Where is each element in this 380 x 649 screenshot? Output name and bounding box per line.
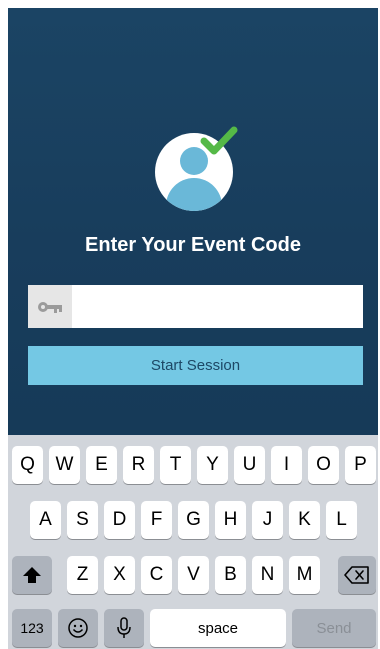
- key-x[interactable]: X: [104, 556, 135, 594]
- check-icon: [200, 126, 238, 155]
- key-i[interactable]: I: [271, 446, 302, 484]
- start-session-button[interactable]: Start Session: [28, 346, 363, 385]
- key-q[interactable]: Q: [12, 446, 43, 484]
- event-code-field[interactable]: [28, 285, 363, 328]
- emoji-icon: [68, 618, 88, 638]
- key-k[interactable]: K: [289, 501, 320, 539]
- shift-key[interactable]: [12, 556, 52, 594]
- microphone-icon: [117, 617, 131, 638]
- key-c[interactable]: C: [141, 556, 172, 594]
- emoji-key[interactable]: [58, 609, 98, 647]
- key-p[interactable]: P: [345, 446, 376, 484]
- avatar-body: [166, 178, 222, 211]
- key-l[interactable]: L: [326, 501, 357, 539]
- shift-icon: [23, 567, 41, 583]
- key-y[interactable]: Y: [197, 446, 228, 484]
- key-icon: [28, 285, 72, 328]
- microphone-key[interactable]: [104, 609, 144, 647]
- screen: Enter Your Event Code Start Session Q W …: [8, 8, 378, 649]
- key-f[interactable]: F: [141, 501, 172, 539]
- keyboard: Q W E R T Y U I O P A S D F G H J K L Z …: [8, 435, 378, 649]
- key-a[interactable]: A: [30, 501, 61, 539]
- key-u[interactable]: U: [234, 446, 265, 484]
- key-t[interactable]: T: [160, 446, 191, 484]
- key-j[interactable]: J: [252, 501, 283, 539]
- key-s[interactable]: S: [67, 501, 98, 539]
- key-w[interactable]: W: [49, 446, 80, 484]
- key-g[interactable]: G: [178, 501, 209, 539]
- key-v[interactable]: V: [178, 556, 209, 594]
- backspace-key[interactable]: [338, 556, 376, 594]
- key-z[interactable]: Z: [67, 556, 98, 594]
- key-m[interactable]: M: [289, 556, 320, 594]
- key-r[interactable]: R: [123, 446, 154, 484]
- backspace-icon: [344, 566, 369, 584]
- send-key[interactable]: Send: [292, 609, 376, 647]
- key-b[interactable]: B: [215, 556, 246, 594]
- key-o[interactable]: O: [308, 446, 339, 484]
- key-e[interactable]: E: [86, 446, 117, 484]
- page-title: Enter Your Event Code: [85, 234, 301, 256]
- numbers-key[interactable]: 123: [12, 609, 52, 647]
- event-code-input[interactable]: [72, 285, 363, 328]
- key-n[interactable]: N: [252, 556, 283, 594]
- app-area: Enter Your Event Code Start Session: [8, 8, 378, 435]
- space-key[interactable]: space: [150, 609, 286, 647]
- key-d[interactable]: D: [104, 501, 135, 539]
- key-h[interactable]: H: [215, 501, 246, 539]
